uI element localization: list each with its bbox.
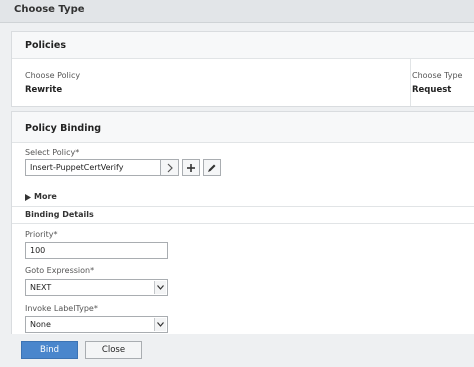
invoke-labeltype-select[interactable]: None	[25, 316, 168, 333]
edit-policy-button[interactable]	[203, 159, 221, 176]
browse-policy-button[interactable]	[160, 159, 179, 176]
goto-expression-select[interactable]: NEXT	[25, 279, 168, 296]
priority-label: Priority*	[25, 230, 58, 239]
choose-type-label: Choose Type	[412, 71, 463, 80]
priority-input[interactable]: 100	[25, 242, 168, 259]
chevron-right-icon	[167, 163, 173, 173]
invoke-labeltype-label: Invoke LabelType*	[25, 304, 98, 313]
invoke-dropdown-button[interactable]	[154, 318, 166, 331]
goto-expression-label: Goto Expression*	[25, 266, 95, 275]
select-policy-field[interactable]: Insert-PuppetCertVerify	[25, 159, 161, 176]
column-divider	[410, 58, 411, 106]
pencil-icon	[208, 164, 216, 172]
choose-policy-value: Rewrite	[25, 85, 63, 95]
section-divider	[12, 223, 474, 224]
bind-button[interactable]: Bind	[21, 341, 78, 359]
choose-type-value: Request	[412, 85, 452, 95]
dialog-footer: Bind Close	[0, 334, 474, 367]
invoke-labeltype-value: None	[30, 320, 51, 329]
policies-title: Policies	[25, 40, 66, 51]
policy-binding-title: Policy Binding	[25, 123, 102, 134]
binding-details-label: Binding Details	[25, 210, 94, 219]
goto-expression-value: NEXT	[30, 283, 52, 292]
chevron-down-icon	[157, 285, 164, 290]
policies-panel: Policies Choose Policy Rewrite Choose Ty…	[11, 31, 474, 107]
close-button[interactable]: Close	[85, 341, 142, 359]
policy-binding-header: Policy Binding	[12, 112, 474, 143]
dialog-title: Choose Type	[14, 4, 85, 15]
chevron-down-icon	[157, 322, 164, 327]
more-label: More	[34, 192, 57, 201]
policy-binding-panel: Policy Binding Select Policy* Insert-Pup…	[11, 111, 474, 363]
select-policy-label: Select Policy*	[25, 148, 80, 157]
policies-panel-header: Policies	[12, 32, 474, 59]
goto-dropdown-button[interactable]	[154, 281, 166, 294]
dialog-header: Choose Type	[0, 0, 474, 23]
caret-right-icon	[25, 194, 31, 201]
plus-icon	[187, 164, 195, 172]
add-policy-button[interactable]	[182, 159, 200, 176]
choose-policy-label: Choose Policy	[25, 71, 81, 80]
section-divider	[12, 206, 474, 207]
